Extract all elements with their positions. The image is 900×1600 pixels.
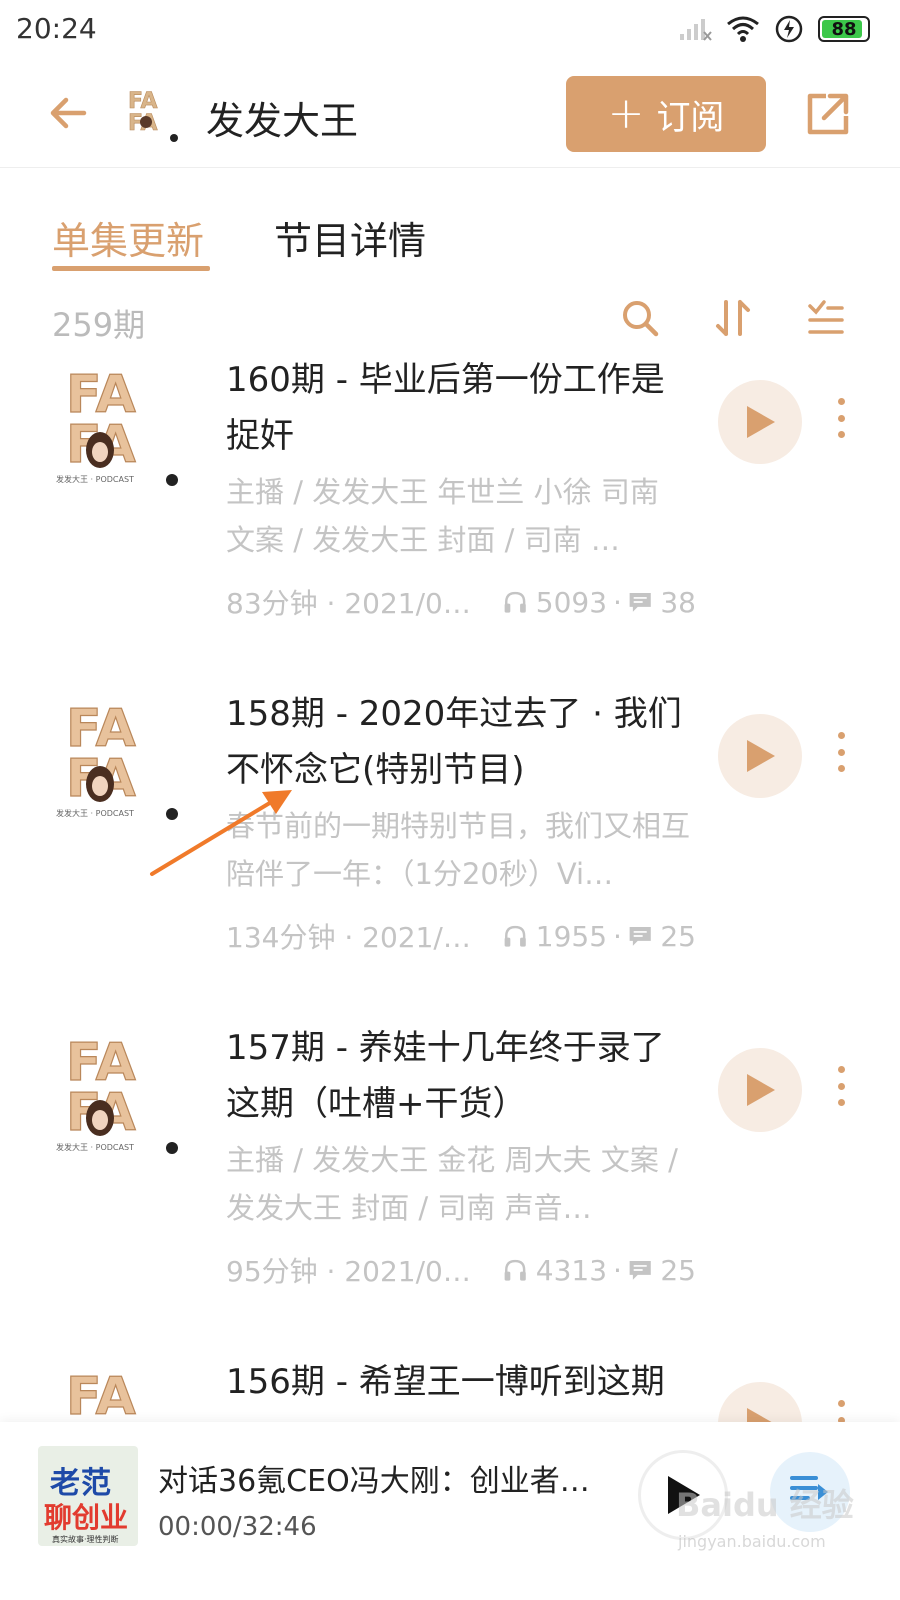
play-icon: [747, 1408, 772, 1422]
search-icon[interactable]: [620, 298, 660, 338]
comment-icon: [629, 593, 651, 612]
player-time: 00:00/32:46: [158, 1512, 317, 1542]
status-icons: 88: [678, 14, 870, 44]
episode-play-button[interactable]: [718, 380, 802, 464]
more-vertical-icon[interactable]: [836, 1066, 846, 1106]
player-cover-line3: 真实故事·理性判断: [52, 1535, 119, 1544]
watermark-text: Baidu 经验: [676, 1486, 854, 1524]
page-title: 发发大王: [206, 99, 359, 143]
player-cover-line2: 聊创业: [44, 1501, 129, 1534]
sort-icon[interactable]: [714, 298, 754, 338]
svg-text:发发大王 · PODCAST: 发发大王 · PODCAST: [56, 474, 134, 484]
more-vertical-icon[interactable]: [836, 1400, 846, 1422]
back-arrow-icon[interactable]: [44, 88, 94, 138]
player-title: 对话36氪CEO冯大刚：创业者…: [158, 1464, 590, 1499]
headphones-icon: [505, 1259, 527, 1281]
tab-episodes[interactable]: 单集更新: [52, 210, 204, 265]
subscribe-button[interactable]: + 订阅: [566, 76, 766, 152]
more-vertical-icon[interactable]: [836, 398, 846, 438]
episode-count: 259期: [52, 306, 146, 344]
battery-level: 88: [831, 18, 857, 40]
episode-toolbar: 259期: [0, 292, 900, 352]
episode-item[interactable]: FA FA 发发大王 · PODCAST 160期 - 毕业后第一份工作是捉奸 …: [0, 352, 900, 682]
episode-cover: FA FA 发发大王 · PODCAST: [56, 364, 178, 486]
episode-description: 主播 / 发发大王 年世兰 小徐 司南 文案 / 发发大王 封面 / 司南 …: [226, 475, 659, 557]
episode-description: 主播 / 发发大王 金花 周大夫 文案 / 发发大王 封面 / 司南 声音…: [226, 1143, 678, 1225]
status-bar: 20:24 88: [0, 0, 900, 62]
comment-icon: [629, 1261, 651, 1280]
episode-comments: 25: [660, 919, 696, 953]
episode-title: 160期 - 毕业后第一份工作是捉奸: [226, 360, 665, 456]
filter-list-icon[interactable]: [806, 298, 846, 338]
episode-play-button[interactable]: [718, 714, 802, 798]
episode-item[interactable]: FA FA 发发大王 · PODCAST 157期 - 养娃十几年终于录了这期（…: [0, 1020, 900, 1350]
status-time: 20:24: [16, 12, 97, 45]
play-icon: [747, 406, 775, 438]
episode-title: 157期 - 养娃十几年终于录了这期（吐槽+干货）: [226, 1028, 665, 1124]
player-cover: 老范 聊创业 真实故事·理性判断: [38, 1446, 138, 1546]
episode-duration-date: 83分钟 · 2021/0…: [226, 587, 471, 620]
tab-details[interactable]: 节目详情: [274, 210, 426, 265]
svg-text:发发大王 · PODCAST: 发发大王 · PODCAST: [56, 1142, 134, 1152]
episode-duration-date: 95分钟 · 2021/0…: [226, 1255, 471, 1288]
episode-cover: FA FA 发发大王 · PODCAST: [56, 698, 178, 820]
episode-plays: 4313: [535, 1253, 608, 1287]
headphones-icon: [505, 591, 527, 613]
episode-play-button[interactable]: [718, 1048, 802, 1132]
episode-title: 156期 - 希望王一博听到这期: [226, 1362, 665, 1402]
signal-icon: [680, 19, 712, 41]
subscribe-label: 订阅: [656, 97, 725, 138]
play-icon: [747, 740, 775, 772]
watermark-url: jingyan.baidu.com: [678, 1532, 826, 1551]
svg-text:FA: FA: [66, 1367, 136, 1422]
episode-meta: 95分钟 · 2021/0… 4313 · 25: [226, 1250, 696, 1290]
tab-bar: 单集更新 节目详情: [0, 200, 900, 280]
battery-indicator: 88: [818, 16, 870, 42]
episode-comments: 38: [660, 585, 696, 619]
plus-icon: +: [607, 88, 645, 139]
episode-duration-date: 134分钟 · 2021/…: [226, 921, 471, 954]
episode-meta: 134分钟 · 2021/… 1955 · 25: [226, 916, 696, 956]
wifi-icon: [727, 16, 759, 42]
episode-meta: 83分钟 · 2021/0… 5093 · 38: [226, 582, 696, 622]
comment-icon: [629, 927, 651, 946]
podcast-logo: FA FA: [124, 84, 180, 144]
episode-comments: 25: [660, 1253, 696, 1287]
episode-description: 春节前的一期特别节目，我们又相互陪伴了一年：（1分20秒）Vi…: [226, 809, 691, 891]
share-icon[interactable]: [804, 90, 852, 138]
episode-title: 158期 - 2020年过去了 · 我们不怀念它(特别节目): [226, 694, 682, 790]
episode-item[interactable]: FA FA 156期 - 希望王一博听到这期: [0, 1354, 900, 1422]
episode-plays: 5093: [535, 585, 608, 619]
tab-indicator: [52, 266, 210, 271]
more-vertical-icon[interactable]: [836, 732, 846, 772]
charging-icon: [775, 15, 803, 43]
app-header: FA FA 发发大王 + 订阅: [0, 66, 900, 168]
play-icon: [747, 1074, 775, 1106]
episode-item[interactable]: FA FA 发发大王 · PODCAST 158期 - 2020年过去了 · 我…: [0, 686, 900, 1016]
episode-cover: FA FA 发发大王 · PODCAST: [56, 1032, 178, 1154]
episode-cover: FA FA: [65, 1366, 136, 1422]
episode-plays: 1955: [535, 919, 608, 953]
headphones-icon: [505, 925, 527, 947]
episode-play-button[interactable]: [718, 1382, 802, 1422]
svg-text:发发大王 · PODCAST: 发发大王 · PODCAST: [56, 808, 134, 818]
